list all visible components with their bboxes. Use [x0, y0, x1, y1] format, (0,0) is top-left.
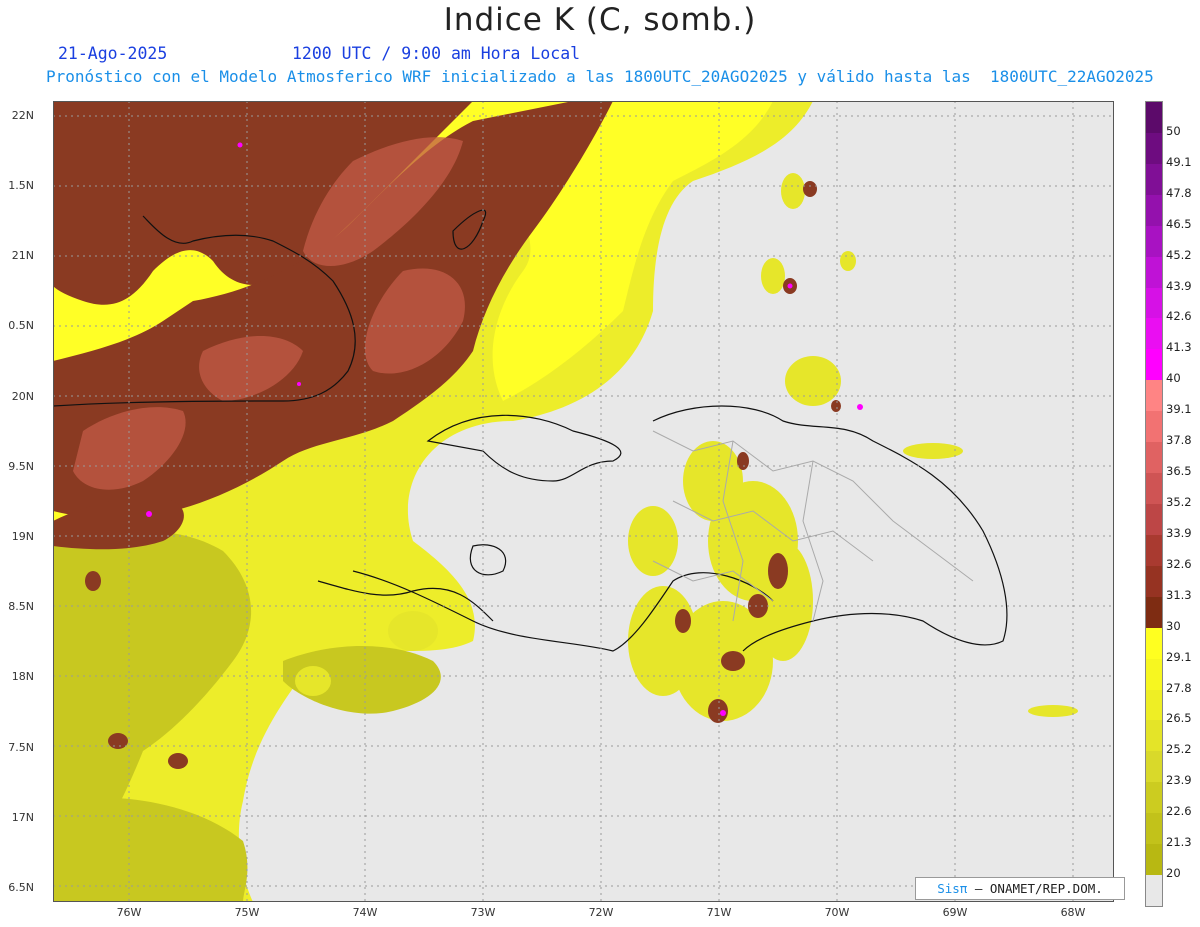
colorbar-segment	[1146, 473, 1162, 505]
colorbar-label: 36.5	[1166, 464, 1192, 479]
colorbar-segment	[1146, 411, 1162, 443]
colorbar-segment	[1146, 875, 1162, 907]
colorbar-label: 25.2	[1166, 742, 1192, 757]
colorbar-label: 22.6	[1166, 804, 1192, 819]
model-description: Pronóstico con el Modelo Atmosferico WRF…	[46, 67, 1154, 86]
colorbar-label: 46.5	[1166, 216, 1192, 231]
colorbar-segment	[1146, 442, 1162, 474]
colorbar-label: 37.8	[1166, 433, 1192, 448]
colorbar-label: 32.6	[1166, 556, 1192, 571]
colorbar-label: 49.1	[1166, 154, 1192, 169]
colorbar-segment	[1146, 349, 1162, 381]
colorbar-segment	[1146, 658, 1162, 690]
lon-label: 73W	[470, 906, 496, 919]
colorbar-segment	[1146, 627, 1162, 659]
k-index-map	[53, 101, 1114, 902]
lat-label: 7.5N	[8, 741, 34, 754]
colorbar-label: 45.2	[1166, 247, 1192, 262]
colorbar	[1145, 101, 1163, 907]
colorbar-segment	[1146, 689, 1162, 721]
lat-label: 1.5N	[8, 179, 34, 192]
colorbar-segment	[1146, 813, 1162, 845]
lat-label: 21N	[11, 249, 34, 262]
lat-label: 8.5N	[8, 600, 34, 613]
colorbar-segment	[1146, 194, 1162, 226]
colorbar-segment	[1146, 163, 1162, 195]
colorbar-segment	[1146, 132, 1162, 164]
colorbar-label: 23.9	[1166, 773, 1192, 788]
colorbar-label: 26.5	[1166, 711, 1192, 726]
lat-label: 9.5N	[8, 460, 34, 473]
colorbar-label: 42.6	[1166, 309, 1192, 324]
lat-label: 20N	[11, 390, 34, 403]
colorbar-label: 35.2	[1166, 495, 1192, 509]
colorbar-label: 29.1	[1166, 649, 1192, 664]
lat-label: 19N	[11, 530, 34, 543]
lon-label: 68W	[1060, 906, 1086, 919]
colorbar-segment	[1146, 751, 1162, 783]
lat-label: 17N	[11, 811, 34, 824]
colorbar-label: 43.9	[1166, 278, 1192, 293]
lat-label: 6.5N	[8, 881, 34, 894]
colorbar-segment	[1146, 782, 1162, 814]
credit-box: Sisπ – ONAMET/REP.DOM.	[915, 877, 1125, 900]
colorbar-label: 41.3	[1166, 340, 1192, 355]
lon-label: 70W	[824, 906, 850, 919]
colorbar-label: 27.8	[1166, 680, 1192, 695]
credit-org: – ONAMET/REP.DOM.	[974, 881, 1103, 896]
colorbar-label: 40	[1166, 371, 1181, 386]
colorbar-segment	[1146, 844, 1162, 876]
colorbar-segment	[1146, 256, 1162, 288]
colorbar-label: 50	[1166, 123, 1181, 138]
colorbar-segment	[1146, 534, 1162, 566]
forecast-time: 1200 UTC / 9:00 am Hora Local	[292, 44, 581, 63]
colorbar-segment	[1146, 720, 1162, 752]
lat-label: 0.5N	[8, 319, 34, 332]
lon-label: 72W	[588, 906, 614, 919]
colorbar-label: 47.8	[1166, 185, 1192, 200]
lon-label: 76W	[116, 906, 142, 919]
lat-label: 22N	[11, 109, 34, 122]
colorbar-label: 39.1	[1166, 402, 1192, 417]
colorbar-segment	[1146, 287, 1162, 319]
lat-label: 18N	[11, 670, 34, 683]
lon-label: 74W	[352, 906, 378, 919]
colorbar-label: 21.3	[1166, 835, 1192, 850]
colorbar-segment	[1146, 318, 1162, 350]
colorbar-label: 20	[1166, 866, 1181, 881]
sis-logo-text: Sisπ	[937, 881, 968, 896]
colorbar-label: 33.9	[1166, 525, 1192, 540]
colorbar-segment	[1146, 102, 1162, 133]
chart-title: Indice K (C, somb.)	[443, 2, 757, 38]
colorbar-segment	[1146, 504, 1162, 535]
lon-label: 69W	[942, 906, 968, 919]
colorbar-label: 31.3	[1166, 587, 1192, 602]
lon-label: 75W	[234, 906, 260, 919]
colorbar-segment	[1146, 596, 1162, 628]
colorbar-label: 30	[1166, 618, 1181, 633]
colorbar-segment	[1146, 565, 1162, 597]
lon-label: 71W	[706, 906, 732, 919]
forecast-date: 21-Ago-2025	[58, 44, 168, 63]
colorbar-segment	[1146, 225, 1162, 257]
colorbar-segment	[1146, 380, 1162, 412]
